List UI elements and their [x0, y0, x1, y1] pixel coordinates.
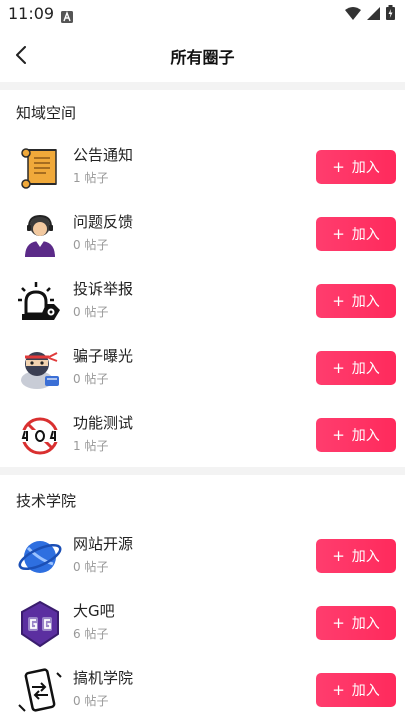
signal-icon	[367, 5, 380, 24]
circle-name: 公告通知	[73, 146, 134, 164]
post-count: 0 帖子	[73, 694, 109, 708]
join-button[interactable]: + 加入	[316, 217, 396, 251]
join-button[interactable]: + 加入	[316, 673, 396, 707]
plus-icon: +	[332, 614, 345, 632]
gg-shield-icon	[14, 598, 66, 650]
list-item: 骗子曝光 0 帖子 + 加入	[0, 339, 405, 406]
post-count: 1 帖子	[73, 171, 109, 185]
post-count: 0 帖子	[73, 372, 109, 386]
post-count: 1 帖子	[73, 439, 109, 453]
join-button[interactable]: + 加入	[316, 539, 396, 573]
circle-name: 功能测试	[73, 414, 134, 432]
plus-icon: +	[332, 158, 345, 176]
page-title: 所有圈子	[170, 48, 235, 67]
section-divider	[0, 467, 405, 475]
join-button[interactable]: + 加入	[316, 418, 396, 452]
list-item: 问题反馈 0 帖子 + 加入	[0, 205, 405, 272]
list-item: 投诉举报 0 帖子 + 加入	[0, 272, 405, 339]
list-item: 网站开源 0 帖子 + 加入	[0, 527, 405, 594]
join-button[interactable]: + 加入	[316, 150, 396, 184]
alarm-report-icon	[14, 276, 66, 328]
phone-transfer-icon	[14, 665, 66, 717]
join-button[interactable]: + 加入	[316, 284, 396, 318]
circle-name: 问题反馈	[73, 213, 134, 231]
circle-name: 网站开源	[73, 535, 134, 553]
circle-name: 骗子曝光	[73, 347, 134, 365]
plus-icon: +	[332, 426, 345, 444]
section-divider	[0, 82, 405, 90]
circle-name: 搞机学院	[73, 669, 134, 687]
plus-icon: +	[332, 292, 345, 310]
wifi-icon	[345, 5, 361, 24]
list-item: 公告通知 1 帖子 + 加入	[0, 138, 405, 205]
list-item: 大G吧 6 帖子 + 加入	[0, 594, 405, 661]
plus-icon: +	[332, 359, 345, 377]
list-item: 功能测试 1 帖子 + 加入	[0, 406, 405, 473]
scroll-notice-icon	[14, 142, 66, 194]
post-count: 0 帖子	[73, 560, 109, 574]
plus-icon: +	[332, 547, 345, 565]
circle-name: 大G吧	[73, 602, 115, 620]
status-bar: 11:09	[0, 0, 405, 30]
a-app-icon	[61, 8, 73, 23]
post-count: 0 帖子	[73, 238, 109, 252]
battery-icon	[386, 4, 395, 24]
status-time: 11:09	[8, 4, 55, 23]
plus-icon: +	[332, 225, 345, 243]
header: 所有圈子	[0, 30, 405, 80]
section-title: 知域空间	[16, 104, 77, 122]
list-item: 搞机学院 0 帖子 + 加入	[0, 661, 405, 720]
circle-name: 投诉举报	[73, 280, 134, 298]
post-count: 6 帖子	[73, 627, 109, 641]
plus-icon: +	[332, 681, 345, 699]
no-404-icon	[14, 410, 66, 462]
join-button[interactable]: + 加入	[316, 606, 396, 640]
section-title: 技术学院	[16, 492, 77, 510]
planet-icon	[14, 531, 66, 583]
customer-service-icon	[14, 209, 66, 261]
join-button[interactable]: + 加入	[316, 351, 396, 385]
ninja-scammer-icon	[14, 343, 66, 395]
post-count: 0 帖子	[73, 305, 109, 319]
